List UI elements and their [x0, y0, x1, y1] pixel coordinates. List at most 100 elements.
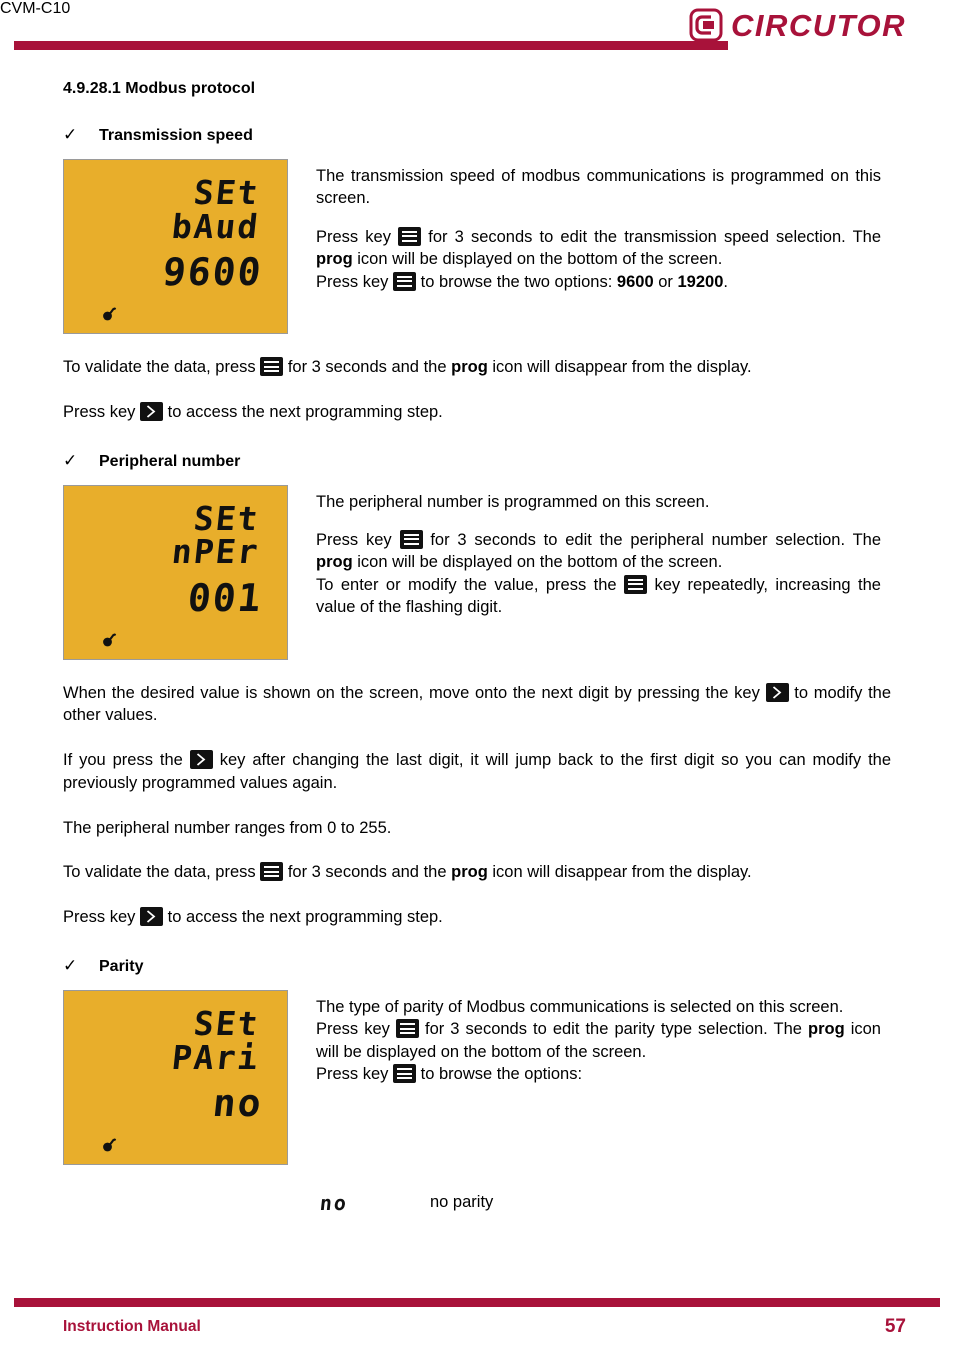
paragraph-text: To validate the data, press	[63, 358, 256, 376]
page-content: 4.9.28.1 Modbus protocol ✓ Transmission …	[0, 58, 954, 1215]
subsection-heading-parity: ✓ Parity	[63, 957, 954, 976]
section-heading: 4.9.28.1 Modbus protocol	[63, 80, 256, 97]
paragraph: Press key for 3 seconds to edit the peri…	[316, 529, 881, 574]
menu-key-icon	[398, 226, 422, 246]
footer-rule	[14, 1298, 940, 1307]
circutor-wordmark: CIRCUTOR	[730, 7, 906, 43]
paragraph-text: icon will be displayed on the bottom of …	[357, 250, 723, 269]
lcd-line-1: SEt	[191, 1003, 262, 1043]
next-key-icon	[140, 401, 164, 421]
prog-label: prog	[808, 1020, 845, 1039]
subsection-heading-transmission-speed: ✓ Transmission speed	[63, 126, 954, 145]
parity-option-glyph: no	[318, 1190, 350, 1215]
menu-key-icon	[395, 1019, 419, 1039]
paragraph: Press key to browse the two options: 960…	[316, 271, 881, 293]
paragraph: Press key for 3 seconds to edit the tran…	[316, 226, 881, 271]
lcd-line-2: bAud	[169, 206, 262, 246]
paragraph: The peripheral number is programmed on t…	[316, 491, 881, 513]
prog-label: prog	[316, 250, 353, 269]
lcd-line-1: SEt	[191, 173, 262, 212]
paragraph-text: key after changing the last digit, it wi…	[63, 751, 892, 792]
screen-description-transmission-speed: The transmission speed of modbus communi…	[316, 159, 881, 293]
paragraph-wrap-digit: If you press the key after changing the …	[63, 749, 891, 795]
screen-block-parity: SEt PAri no The type of parity of Modbus…	[63, 989, 954, 1165]
paragraph-text: for 3 seconds to edit the parity type se…	[425, 1020, 802, 1039]
paragraph: The transmission speed of modbus communi…	[316, 165, 881, 210]
paragraph-text: If you press the	[63, 751, 183, 770]
lcd-value: no	[210, 1080, 266, 1125]
paragraph-text: To enter or modify the value, press the	[316, 575, 617, 594]
paragraph-text: icon will be displayed on the bottom of …	[357, 553, 723, 572]
parity-option-description: no parity	[430, 1193, 494, 1212]
key-icon	[103, 1138, 117, 1152]
parity-option-row: no no parity	[318, 1190, 954, 1215]
paragraph-text: to browse the options:	[420, 1065, 583, 1084]
prog-label: prog	[451, 863, 488, 882]
menu-key-icon	[393, 1064, 417, 1084]
paragraph-text: icon will disappear from the display.	[492, 863, 752, 882]
paragraph-move-digit: When the desired value is shown on the s…	[63, 682, 891, 728]
subsection-heading-peripheral-number: ✓ Peripheral number	[63, 452, 954, 471]
screen-block-peripheral-number: SEt nPEr 001 The peripheral number is pr…	[63, 484, 954, 660]
page-number: 57	[884, 1316, 906, 1337]
lcd-text-lines: SEt nPEr	[169, 499, 262, 572]
subsection-label: Parity	[99, 957, 144, 975]
paragraph-validate-peripheral: To validate the data, press for 3 second…	[63, 861, 891, 884]
menu-key-icon	[393, 271, 417, 291]
paragraph-text: for 3 seconds to edit the peripheral num…	[430, 530, 882, 549]
circutor-mark-icon	[689, 8, 723, 42]
check-icon: ✓	[63, 955, 78, 975]
key-icon	[103, 632, 117, 646]
header-rule	[14, 41, 728, 50]
paragraph-next-step-baud: Press key to access the next programming…	[63, 401, 891, 424]
lcd-text-lines: SEt PAri	[169, 1003, 262, 1077]
lcd-line-2: nPEr	[169, 532, 262, 572]
next-key-icon	[189, 750, 213, 770]
subsection-label: Transmission speed	[99, 127, 253, 144]
paragraph-text: Press key	[316, 272, 389, 291]
next-key-icon	[140, 907, 164, 927]
lcd-display-baud: SEt bAud 9600	[63, 159, 288, 334]
paragraph-text: icon will disappear from the display.	[492, 358, 752, 376]
paragraph-text: The transmission speed of modbus communi…	[316, 167, 881, 208]
menu-key-icon	[260, 862, 284, 882]
paragraph-next-step-peripheral: Press key to access the next programming…	[63, 906, 891, 929]
screen-block-transmission-speed: SEt bAud 9600 The transmission speed of …	[63, 159, 954, 334]
paragraph-text: or	[658, 272, 673, 291]
paragraph-text: to browse the two options:	[420, 272, 613, 291]
prog-label: prog	[316, 553, 353, 572]
footer-title: Instruction Manual	[63, 1318, 201, 1335]
lcd-value: 9600	[161, 250, 266, 294]
paragraph-text: Press key	[63, 402, 136, 421]
paragraph-peripheral-range: The peripheral number ranges from 0 to 2…	[63, 818, 392, 837]
lcd-line-2: PAri	[169, 1037, 262, 1077]
option-value-19200: 19200	[677, 272, 724, 291]
page-footer: Instruction Manual 57	[0, 1288, 954, 1350]
paragraph-text: to access the next programming step.	[167, 908, 443, 927]
paragraph-text: To validate the data, press	[63, 863, 256, 882]
paragraph-text: .	[723, 272, 728, 291]
paragraph-text: When the desired value is shown on the s…	[63, 683, 760, 702]
paragraph-text: Press key	[63, 908, 136, 927]
next-key-icon	[765, 682, 789, 702]
option-value-9600: 9600	[616, 272, 654, 291]
circutor-logo: CIRCUTOR	[689, 8, 906, 42]
menu-key-icon	[624, 574, 648, 594]
paragraph-text: The type of parity of Modbus communicati…	[316, 997, 844, 1016]
check-icon: ✓	[63, 450, 78, 470]
paragraph-validate-baud: To validate the data, press for 3 second…	[63, 356, 891, 379]
paragraph: The type of parity of Modbus communicati…	[316, 996, 881, 1018]
lcd-text-lines: SEt bAud	[169, 173, 262, 246]
paragraph-text: Press key	[316, 530, 392, 549]
paragraph-text: Press key	[316, 227, 391, 246]
lcd-display-nper: SEt nPEr 001	[63, 484, 288, 660]
key-icon	[103, 307, 117, 321]
paragraph-text: The peripheral number is programmed on t…	[316, 492, 710, 511]
paragraph-text: to access the next programming step.	[167, 402, 443, 421]
paragraph-text: for 3 seconds to edit the transmission s…	[428, 227, 882, 246]
prog-label: prog	[451, 358, 488, 376]
screen-description-parity: The type of parity of Modbus communicati…	[316, 990, 881, 1086]
paragraph-text: for 3 seconds and the	[287, 863, 447, 882]
paragraph: Press key for 3 seconds to edit the pari…	[316, 1018, 881, 1063]
lcd-value: 001	[186, 575, 266, 620]
